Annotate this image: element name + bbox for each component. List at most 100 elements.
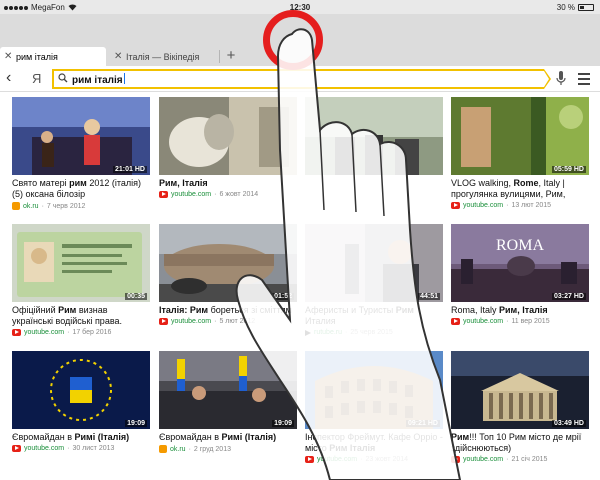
video-title[interactable]: Італія: Рим бореться зі сміттям [159,305,297,316]
video-source[interactable]: rutube.ru [314,329,342,336]
video-thumbnail[interactable] [159,97,297,175]
close-tab-icon[interactable]: ✕ [114,51,126,62]
video-duration: 01:52 [274,293,292,300]
search-query: рим італія [72,75,123,86]
browser-toolbar: ‹ Я рим італія [0,66,600,92]
tab-label: Італія — Вікіпедія [126,51,200,62]
video-card[interactable]: 44:51 Аферисты и Туристы Рим Италия rutu… [305,224,443,336]
video-source[interactable]: youtube.com [463,456,503,463]
video-source[interactable]: youtube.com [24,445,64,452]
video-date: 30 лист 2013 [72,445,115,452]
close-tab-icon[interactable]: ✕ [4,51,16,62]
video-date: 5 лют 2012 [219,318,256,325]
video-title[interactable]: Євромайдан в Римі (Італія) [12,432,150,443]
video-thumbnail[interactable]: 19:09 [159,351,297,429]
hd-badge: HD [573,166,584,173]
video-card[interactable]: 19:09 Євромайдан в Римі (Італія) youtube… [12,351,150,452]
microphone-icon[interactable] [556,70,566,88]
search-icon [58,73,68,83]
video-duration: 19:09 [127,420,145,427]
video-card[interactable]: 21:01 HD Свято матері рим 2012 (італія) … [12,97,150,210]
roma-thumb-text: ROMA [496,237,544,254]
video-date: 17 бер 2016 [72,329,112,336]
video-date: 2 груд 2013 [193,445,231,453]
video-card[interactable]: 19:09 Євромайдан в Римі (Італія) ok.ru · 2… [159,351,297,453]
video-thumbnail[interactable]: 09:21 HD [305,351,443,429]
video-thumbnail[interactable]: 19:09 [12,351,150,429]
video-source[interactable]: youtube.com [24,329,64,336]
menu-icon[interactable] [578,73,590,88]
video-title[interactable]: Офіційний Рим визнав українські водійськ… [12,305,150,327]
video-source[interactable]: youtube.com [171,191,211,198]
video-thumbnail[interactable]: 00:35 [12,224,150,302]
video-date: 13 лют 2015 [511,202,552,209]
video-duration: 03:49 [554,420,572,427]
tap-indicator [263,10,323,70]
video-duration: 19:09 [274,420,292,427]
video-date: 23 жовт 2014 [365,456,409,463]
video-thumbnail[interactable]: ROMA 03:27 HD [451,224,589,302]
tab-active[interactable]: ✕ рим італія [0,47,106,66]
video-card[interactable] [305,97,443,175]
video-title[interactable]: Євромайдан в Римі (Італія) [159,432,297,443]
video-source[interactable]: ok.ru [23,203,39,210]
video-results-grid: 21:01 HD Свято матері рим 2012 (італія) … [0,92,600,480]
video-thumbnail[interactable] [305,97,443,175]
youtube-icon [451,318,460,325]
youtube-icon [12,445,21,452]
video-card[interactable]: ROMA 03:27 HD Roma, Italy Рим, Італія yo… [451,224,589,325]
battery-status: 30 % [557,3,594,12]
youtube-icon [305,456,314,463]
video-thumbnail[interactable]: 03:49 HD [451,351,589,429]
video-source[interactable]: youtube.com [463,202,503,209]
video-title[interactable]: Свято матері рим 2012 (італія) (5) оксан… [12,178,150,200]
video-thumbnail[interactable]: 05:59 HD [451,97,589,175]
video-card[interactable]: 00:35 Офіційний Рим визнав українські во… [12,224,150,336]
video-duration: 00:35 [127,293,145,300]
ok-ru-icon [12,202,20,210]
video-title[interactable]: VLOG walking, Rome, Italy | прогулянка в… [451,178,589,200]
yandex-logo-button[interactable]: Я [32,71,41,86]
tab-inactive[interactable]: ✕ Італія — Вікіпедія [110,47,220,66]
video-source[interactable]: ok.ru [170,446,186,453]
video-title[interactable]: Рим!!! Топ 10 Рим місто де мрії здійснюю… [451,432,589,454]
video-thumbnail[interactable]: 44:51 [305,224,443,302]
video-duration: 05:59 [554,166,572,173]
video-title[interactable]: Roma, Italy Рим, Італія [451,305,589,316]
video-title[interactable]: Інспектор Фреймут. Кафе Oppio - місто Ри… [305,432,443,454]
video-date: 6 жовт 2014 [219,191,259,198]
video-source[interactable]: youtube.com [317,456,357,463]
video-date: 7 черв 2012 [46,202,86,210]
new-tab-button[interactable]: + [222,47,240,66]
video-title[interactable]: Рим, Італія [159,178,297,189]
hd-badge: HD [134,166,145,173]
video-date: 21 січ 2015 [511,456,548,463]
youtube-icon [159,318,168,325]
battery-percent: 30 % [556,3,575,12]
search-input[interactable]: рим італія [52,69,544,89]
video-thumbnail[interactable]: 21:01 HD [12,97,150,175]
youtube-icon [451,202,460,209]
video-source[interactable]: youtube.com [463,318,503,325]
battery-icon [578,4,594,11]
tab-label: рим італія [16,51,58,62]
youtube-icon [159,191,168,198]
video-thumbnail[interactable]: 01:52 [159,224,297,302]
video-card[interactable]: 05:59 HD VLOG walking, Rome, Italy | про… [451,97,589,209]
video-date: 25 черв 2015 [350,329,393,336]
video-title[interactable]: Аферисты и Туристы Рим Италия [305,305,443,327]
video-date: 11 вер 2015 [511,318,550,325]
video-source[interactable]: youtube.com [171,318,211,325]
video-duration: 21:01 [115,166,133,173]
hd-badge: HD [427,420,438,427]
rutube-icon [305,329,311,336]
back-button[interactable]: ‹ [6,69,11,87]
hd-badge: HD [573,420,584,427]
video-card[interactable]: 09:21 HD Інспектор Фреймут. Кафе Oppio -… [305,351,443,463]
video-card[interactable]: 01:52 Італія: Рим бореться зі сміттям yo… [159,224,297,325]
video-card[interactable]: 03:49 HD Рим!!! Топ 10 Рим місто де мрії… [451,351,589,463]
video-card[interactable]: Рим, Італія youtube.com · 6 жовт 2014 [159,97,297,198]
youtube-icon [12,329,21,336]
youtube-icon [451,456,460,463]
video-duration: 03:27 [554,293,572,300]
